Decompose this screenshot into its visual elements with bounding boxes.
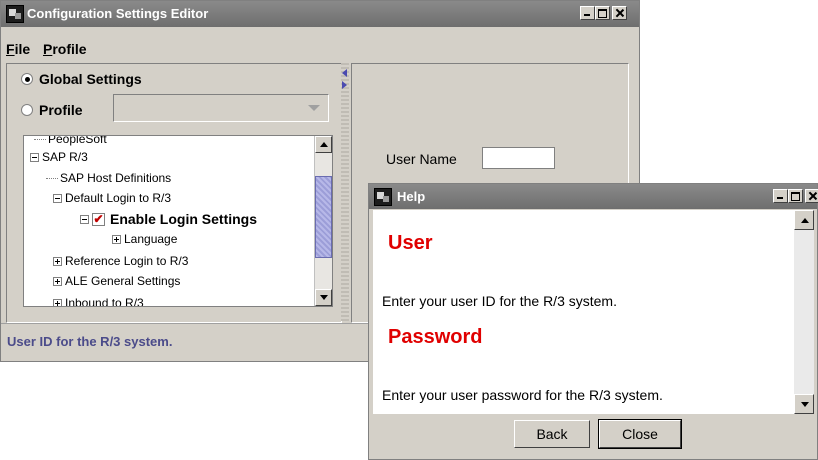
global-settings-radio[interactable]: Global Settings: [21, 69, 142, 89]
tree-scrollbar[interactable]: [314, 136, 332, 306]
user-name-field[interactable]: [482, 147, 555, 169]
pane-splitter[interactable]: [341, 63, 349, 321]
window-title: Configuration Settings Editor: [27, 6, 209, 21]
window-controls: [580, 6, 627, 20]
radio-button-checked[interactable]: [21, 73, 33, 85]
menu-profile[interactable]: Profile: [43, 41, 87, 57]
close-button[interactable]: Close: [598, 419, 682, 449]
collapse-icon[interactable]: [80, 214, 89, 224]
collapse-icon[interactable]: [53, 193, 62, 203]
scroll-down-icon[interactable]: [315, 289, 332, 306]
user-name-label: User Name: [386, 151, 457, 167]
tree-item-sap-host-definitions[interactable]: SAP Host Definitions: [46, 171, 171, 185]
tree-item-label: Default Login to R/3: [65, 191, 172, 205]
help-title: Help: [397, 189, 426, 204]
tree-item-language[interactable]: Language: [112, 232, 177, 246]
help-content: User Enter your user ID for the R/3 syst…: [373, 210, 814, 414]
help-window-controls: [773, 189, 818, 203]
tree-item-label: SAP R/3: [42, 150, 88, 164]
help-text-password: Enter your user password for the R/3 sys…: [382, 387, 663, 403]
tree-item-label: PeopleSoft: [48, 136, 107, 146]
tree-item-inbound[interactable]: Inbound to R/3: [53, 296, 144, 306]
tree-item-reference-login[interactable]: Reference Login to R/3: [53, 254, 188, 268]
profile-combo[interactable]: [113, 94, 329, 122]
java-app-icon: [6, 5, 24, 23]
radio-button-unchecked[interactable]: [21, 104, 33, 116]
tree-connector: [34, 138, 46, 140]
help-heading-user: User: [388, 232, 433, 254]
expand-icon[interactable]: [112, 234, 121, 244]
scroll-up-icon[interactable]: [315, 136, 332, 153]
help-heading-password: Password: [388, 326, 483, 348]
help-window: Help User Enter your user ID for the R/3…: [368, 183, 818, 460]
help-titlebar[interactable]: Help: [369, 184, 818, 209]
tree-connector: [46, 177, 58, 179]
checkbox-checked-icon[interactable]: ✔: [92, 212, 105, 226]
close-icon[interactable]: [612, 6, 627, 20]
scroll-thumb[interactable]: [315, 176, 332, 258]
tree-item-enable-login-settings[interactable]: ✔ Enable Login Settings: [80, 211, 257, 227]
tree-item-label: Language: [124, 232, 178, 246]
main-titlebar[interactable]: Configuration Settings Editor: [1, 1, 639, 27]
help-text-user: Enter your user ID for the R/3 system.: [382, 293, 617, 309]
tree-item-sap-r3[interactable]: SAP R/3: [30, 150, 88, 164]
tree-item-label: Inbound to R/3: [65, 296, 144, 306]
chevron-down-icon[interactable]: [308, 105, 320, 111]
tree-item-default-login[interactable]: Default Login to R/3: [53, 191, 171, 205]
expand-icon[interactable]: [53, 256, 62, 266]
tree-item-peoplesoft[interactable]: PeopleSoft: [34, 136, 107, 146]
maximize-icon[interactable]: [788, 189, 803, 203]
global-settings-label: Global Settings: [39, 71, 142, 87]
profile-label: Profile: [39, 102, 83, 118]
settings-tree-pane: Global Settings Profile PeopleSoft SAP R…: [6, 63, 342, 323]
collapse-left-icon[interactable]: [342, 69, 347, 77]
tree-item-label: ALE General Settings: [65, 274, 181, 288]
expand-icon[interactable]: [53, 276, 62, 286]
menu-file[interactable]: File: [6, 41, 30, 57]
back-button[interactable]: Back: [514, 420, 590, 448]
tree-item-label: SAP Host Definitions: [60, 171, 172, 185]
tree-item-ale-general-settings[interactable]: ALE General Settings: [53, 274, 180, 288]
java-app-icon: [374, 188, 392, 206]
menu-bar: File Profile: [1, 37, 639, 59]
close-icon[interactable]: [805, 189, 818, 203]
help-scrollbar[interactable]: [794, 210, 814, 414]
collapse-icon[interactable]: [30, 152, 39, 162]
minimize-icon[interactable]: [580, 6, 595, 20]
tree-item-label: Enable Login Settings: [110, 211, 258, 227]
collapse-right-icon[interactable]: [342, 81, 347, 89]
scroll-up-icon[interactable]: [794, 210, 814, 230]
profile-radio[interactable]: Profile: [21, 100, 83, 120]
status-text: User ID for the R/3 system.: [7, 334, 173, 349]
tree-item-label: Reference Login to R/3: [65, 254, 189, 268]
scroll-down-icon[interactable]: [794, 394, 814, 414]
expand-icon[interactable]: [53, 298, 62, 306]
settings-tree[interactable]: PeopleSoft SAP R/3 SAP Host Definitions …: [23, 135, 333, 307]
minimize-icon[interactable]: [773, 189, 788, 203]
maximize-icon[interactable]: [595, 6, 610, 20]
